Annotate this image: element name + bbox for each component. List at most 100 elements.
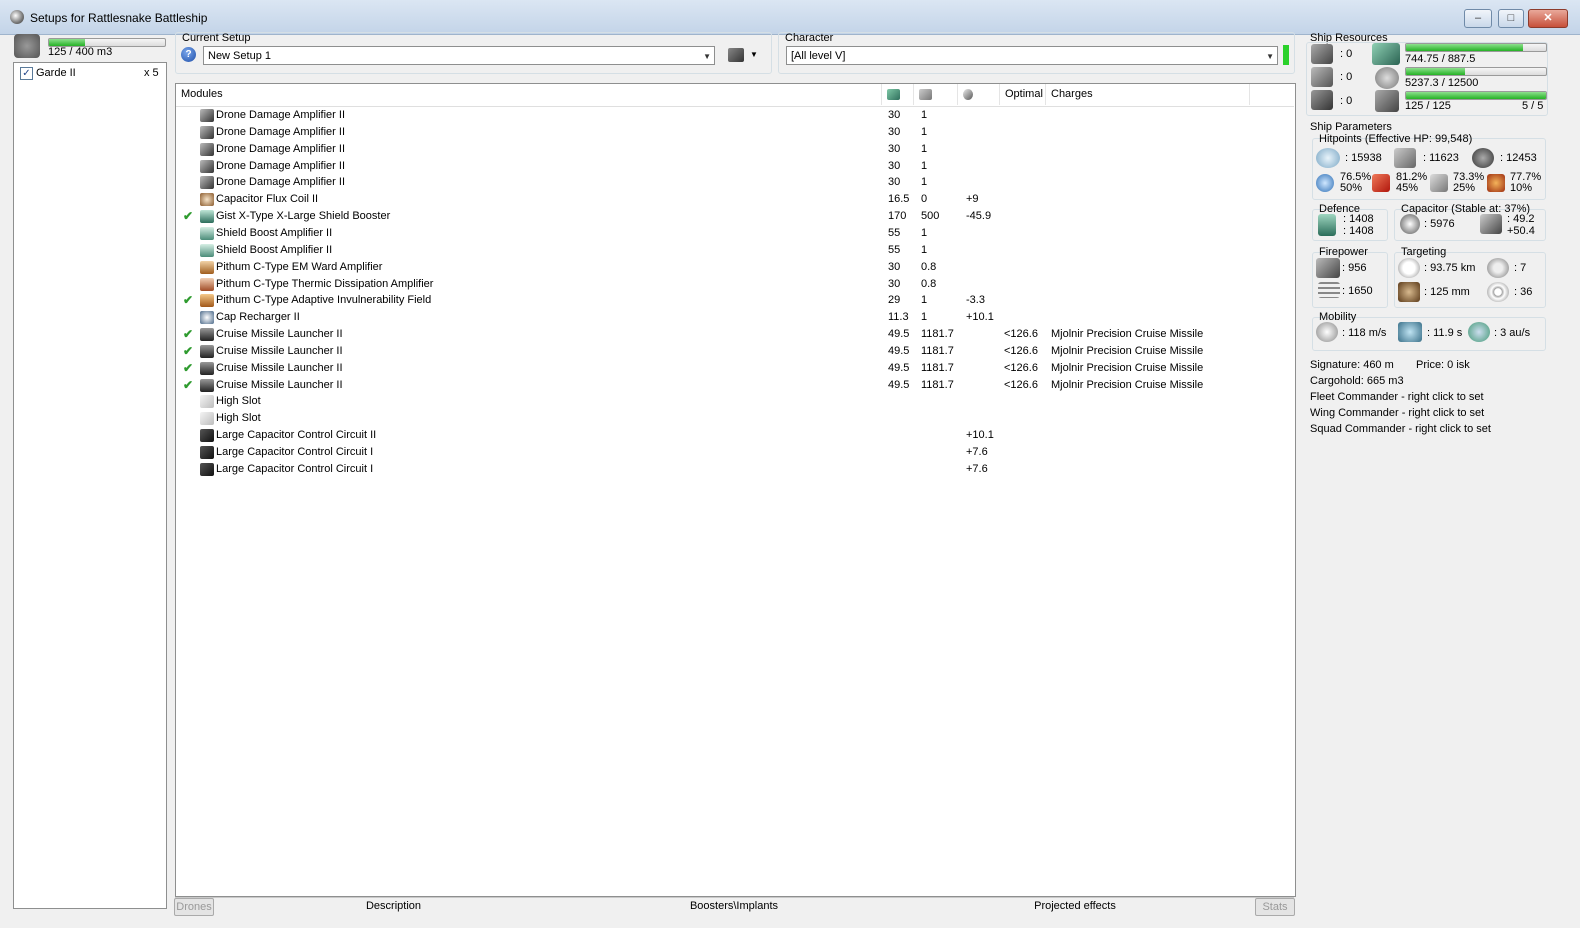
module-powergrid: 0 — [921, 193, 928, 206]
module-row[interactable]: Drone Damage Amplifier II 30 1 — [176, 107, 1294, 124]
shield-hp: : 15938 — [1345, 152, 1382, 164]
armor-icon — [1394, 148, 1416, 168]
module-row[interactable]: ✔ Pithum C-Type Adaptive Invulnerability … — [176, 292, 1294, 309]
scan-resolution-icon — [1398, 282, 1420, 302]
module-row[interactable]: Drone Damage Amplifier II 30 1 — [176, 124, 1294, 141]
tab-stats[interactable]: Stats — [1255, 898, 1295, 916]
drone-name[interactable]: Garde II — [36, 67, 76, 79]
drone-bandwidth-usage: 125 / 125 — [1405, 100, 1451, 112]
module-row[interactable]: Cap Recharger II 11.3 1 +10.1 — [176, 309, 1294, 326]
kinetic-resist-icon — [1430, 174, 1448, 192]
module-row[interactable]: Drone Damage Amplifier II 30 1 — [176, 141, 1294, 158]
help-icon[interactable]: ? — [181, 47, 196, 62]
module-row[interactable]: Large Capacitor Control Circuit I +7.6 — [176, 461, 1294, 478]
module-optimal: <126.6 — [1004, 344, 1038, 357]
drone-list[interactable]: ✓ Garde II x 5 — [13, 62, 167, 909]
active-checkmark-icon[interactable]: ✔ — [183, 343, 193, 360]
cap-recharger-icon — [200, 311, 214, 325]
thermal-resist: 81.2% 45% — [1396, 172, 1427, 194]
module-row[interactable]: Pithum C-Type EM Ward Amplifier 30 0.8 — [176, 259, 1294, 276]
maximize-button[interactable]: □ — [1498, 9, 1524, 28]
minimize-button[interactable]: – — [1464, 9, 1492, 28]
module-row[interactable]: Drone Damage Amplifier II 30 1 — [176, 158, 1294, 175]
active-checkmark-icon[interactable]: ✔ — [183, 208, 193, 225]
module-cpu: 55 — [888, 226, 901, 239]
close-button[interactable]: ✕ — [1528, 9, 1568, 28]
ship-menu-icon[interactable] — [728, 48, 744, 62]
sensor-strength-icon — [1487, 282, 1509, 302]
drone-bandwidth-bar — [1405, 91, 1547, 100]
capacitor-flux-coil-icon — [200, 193, 214, 207]
active-checkmark-icon[interactable]: ✔ — [183, 292, 193, 309]
missile-launcher-icon — [200, 378, 214, 392]
squad-commander[interactable]: Squad Commander - right click to set — [1310, 423, 1491, 435]
module-powergrid: 1 — [921, 142, 928, 155]
module-name: Pithum C-Type Adaptive Invulnerability F… — [216, 294, 432, 307]
scan-resolution: : 125 mm — [1424, 286, 1470, 298]
hitpoints-label: Hitpoints (Effective HP: 99,548) — [1319, 133, 1473, 145]
ship-parameters-label: Ship Parameters — [1310, 121, 1392, 133]
module-name: Capacitor Flux Coil II — [216, 193, 319, 206]
module-powergrid: 1 — [921, 159, 928, 172]
tab-boosters-implants[interactable]: Boosters\Implants — [571, 898, 897, 914]
launcher-hardpoint-icon — [1311, 67, 1333, 87]
window-title: Setups for Rattlesnake Battleship — [30, 11, 208, 25]
col-powergrid[interactable] — [914, 84, 958, 105]
module-row[interactable]: High Slot — [176, 393, 1294, 410]
drone-damage-amplifier-icon — [200, 125, 214, 139]
tab-description[interactable]: Description — [216, 898, 571, 914]
module-row[interactable]: ✔ Gist X-Type X-Large Shield Booster 170 50… — [176, 208, 1294, 225]
capacitor-amount: : 5976 — [1424, 218, 1455, 230]
missile-launcher-icon — [200, 344, 214, 358]
col-cpu[interactable] — [882, 84, 914, 105]
module-row[interactable]: ✔ Cruise Missile Launcher II 49.5 1181.7 <12… — [176, 343, 1294, 360]
module-powergrid: 1 — [921, 294, 928, 307]
col-optimal[interactable]: Optimal — [1000, 84, 1046, 105]
col-capacitor[interactable] — [958, 84, 1000, 105]
module-cpu: 30 — [888, 109, 901, 121]
module-cpu: 49.5 — [888, 378, 910, 391]
module-row[interactable]: High Slot — [176, 410, 1294, 427]
col-modules[interactable]: Modules — [176, 84, 882, 105]
module-row[interactable]: ✔ Cruise Missile Launcher II 49.5 1181.7 <12… — [176, 360, 1294, 377]
module-row[interactable]: Large Capacitor Control Circuit II +10.1 — [176, 427, 1294, 444]
module-cpu: 16.5 — [888, 193, 910, 206]
setup-select[interactable]: New Setup 1 ▼ — [203, 46, 715, 65]
max-targets-icon — [1487, 258, 1509, 278]
module-name: Large Capacitor Control Circuit I — [216, 446, 374, 458]
signature-radius: Signature: 460 m — [1310, 359, 1394, 371]
active-checkmark-icon[interactable]: ✔ — [183, 326, 193, 343]
drone-damage-amplifier-icon — [200, 176, 214, 190]
module-row[interactable]: Pithum C-Type Thermic Dissipation Amplif… — [176, 276, 1294, 293]
module-cpu: 170 — [888, 210, 907, 223]
ship-menu-chevron-icon[interactable]: ▼ — [750, 50, 758, 59]
speed-icon — [1316, 322, 1338, 342]
active-checkmark-icon[interactable]: ✔ — [183, 377, 193, 394]
drone-damage-amplifier-icon — [200, 142, 214, 156]
fleet-commander[interactable]: Fleet Commander - right click to set — [1310, 391, 1484, 403]
module-powergrid: 1181.7 — [921, 361, 954, 374]
cap-top: : 49.2 — [1507, 213, 1535, 225]
wing-commander[interactable]: Wing Commander - right click to set — [1310, 407, 1484, 419]
module-row[interactable]: Capacitor Flux Coil II 16.5 0 +9 — [176, 191, 1294, 208]
module-row[interactable]: Large Capacitor Control Circuit I +7.6 — [176, 444, 1294, 461]
module-row[interactable]: Shield Boost Amplifier II 55 1 — [176, 242, 1294, 259]
module-row[interactable]: ✔ Cruise Missile Launcher II 49.5 1181.7 <12… — [176, 326, 1294, 343]
active-checkmark-icon[interactable]: ✔ — [183, 360, 193, 377]
col-charges[interactable]: Charges — [1046, 84, 1250, 105]
module-name: Cap Recharger II — [216, 311, 300, 324]
module-capacitor: -45.9 — [966, 210, 992, 223]
em-resist-bottom: 50% — [1340, 182, 1363, 194]
character-select[interactable]: [All level V] ▼ — [786, 46, 1278, 65]
module-capacitor: +7.6 — [966, 446, 988, 458]
tab-projected-effects[interactable]: Projected effects — [897, 898, 1253, 914]
module-row[interactable]: Drone Damage Amplifier II 30 1 — [176, 174, 1294, 191]
drone-checkbox[interactable]: ✓ — [20, 67, 33, 80]
module-row[interactable]: ✔ Cruise Missile Launcher II 49.5 1181.7 <12… — [176, 377, 1294, 394]
ward-amplifier-icon — [200, 260, 214, 274]
drone-damage-amplifier-icon — [200, 159, 214, 173]
tab-drones[interactable]: Drones — [174, 898, 214, 916]
shield-booster-icon — [200, 210, 214, 224]
module-charges: Mjolnir Precision Cruise Missile — [1051, 344, 1204, 357]
module-row[interactable]: Shield Boost Amplifier II 55 1 — [176, 225, 1294, 242]
